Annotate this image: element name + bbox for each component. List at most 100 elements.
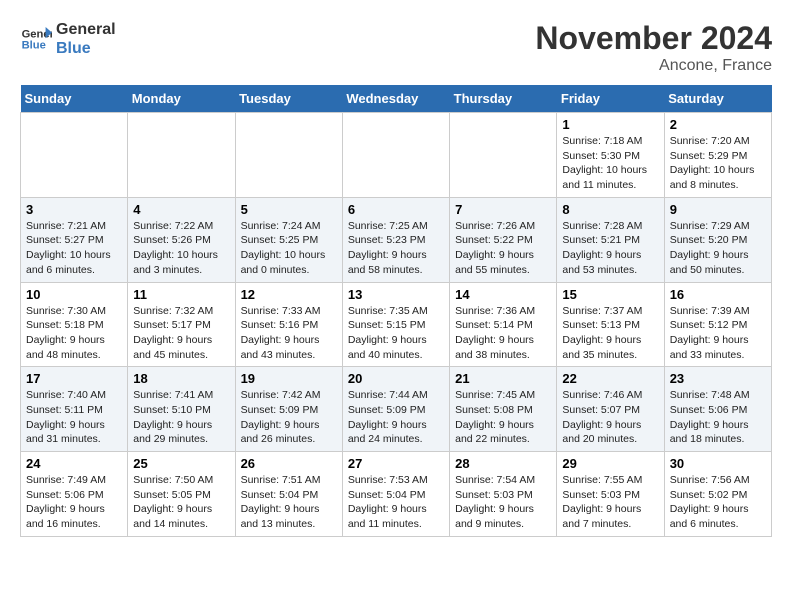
day-number: 5 [241,202,337,217]
calendar-day-cell: 16 Sunrise: 7:39 AM Sunset: 5:12 PM Dayli… [664,282,771,367]
day-number: 29 [562,456,658,471]
day-info: Sunrise: 7:21 AM Sunset: 5:27 PM Dayligh… [26,219,122,278]
day-info: Sunrise: 7:50 AM Sunset: 5:05 PM Dayligh… [133,473,229,532]
weekday-header-cell: Monday [128,85,235,113]
calendar-day-cell: 3 Sunrise: 7:21 AM Sunset: 5:27 PM Daylig… [21,197,128,282]
day-number: 30 [670,456,766,471]
day-number: 15 [562,287,658,302]
weekday-header-cell: Tuesday [235,85,342,113]
day-number: 21 [455,371,551,386]
title-area: November 2024 Ancone, France [535,20,772,75]
calendar-day-cell [21,113,128,198]
day-number: 23 [670,371,766,386]
day-number: 10 [26,287,122,302]
day-number: 18 [133,371,229,386]
day-number: 22 [562,371,658,386]
day-info: Sunrise: 7:30 AM Sunset: 5:18 PM Dayligh… [26,304,122,363]
svg-text:Blue: Blue [22,40,46,52]
day-info: Sunrise: 7:37 AM Sunset: 5:13 PM Dayligh… [562,304,658,363]
day-info: Sunrise: 7:55 AM Sunset: 5:03 PM Dayligh… [562,473,658,532]
day-info: Sunrise: 7:53 AM Sunset: 5:04 PM Dayligh… [348,473,444,532]
calendar-week-row: 3 Sunrise: 7:21 AM Sunset: 5:27 PM Daylig… [21,197,772,282]
day-info: Sunrise: 7:45 AM Sunset: 5:08 PM Dayligh… [455,388,551,447]
day-number: 26 [241,456,337,471]
day-info: Sunrise: 7:25 AM Sunset: 5:23 PM Dayligh… [348,219,444,278]
day-info: Sunrise: 7:56 AM Sunset: 5:02 PM Dayligh… [670,473,766,532]
calendar-day-cell: 28 Sunrise: 7:54 AM Sunset: 5:03 PM Dayli… [450,452,557,537]
calendar-day-cell [235,113,342,198]
day-number: 7 [455,202,551,217]
calendar-day-cell: 6 Sunrise: 7:25 AM Sunset: 5:23 PM Daylig… [342,197,449,282]
calendar-day-cell: 30 Sunrise: 7:56 AM Sunset: 5:02 PM Dayli… [664,452,771,537]
day-number: 13 [348,287,444,302]
weekday-header-cell: Saturday [664,85,771,113]
day-info: Sunrise: 7:29 AM Sunset: 5:20 PM Dayligh… [670,219,766,278]
day-number: 17 [26,371,122,386]
calendar-day-cell: 11 Sunrise: 7:32 AM Sunset: 5:17 PM Dayli… [128,282,235,367]
calendar-day-cell: 15 Sunrise: 7:37 AM Sunset: 5:13 PM Dayli… [557,282,664,367]
month-title: November 2024 [535,20,772,57]
weekday-header-row: SundayMondayTuesdayWednesdayThursdayFrid… [21,85,772,113]
day-number: 11 [133,287,229,302]
logo: General Blue General Blue [20,20,116,58]
day-info: Sunrise: 7:54 AM Sunset: 5:03 PM Dayligh… [455,473,551,532]
calendar-day-cell: 5 Sunrise: 7:24 AM Sunset: 5:25 PM Daylig… [235,197,342,282]
day-number: 1 [562,117,658,132]
calendar-week-row: 17Sunrise: 7:40 AM Sunset: 5:11 PM Dayli… [21,367,772,452]
logo-line2: Blue [56,39,116,58]
weekday-header-cell: Friday [557,85,664,113]
calendar-day-cell: 22 Sunrise: 7:46 AM Sunset: 5:07 PM Dayli… [557,367,664,452]
day-info: Sunrise: 7:24 AM Sunset: 5:25 PM Dayligh… [241,219,337,278]
calendar-body: 1 Sunrise: 7:18 AM Sunset: 5:30 PM Daylig… [21,113,772,537]
day-number: 25 [133,456,229,471]
day-number: 27 [348,456,444,471]
logo-icon: General Blue [20,23,52,55]
calendar-day-cell: 27 Sunrise: 7:53 AM Sunset: 5:04 PM Dayli… [342,452,449,537]
calendar-day-cell: 14 Sunrise: 7:36 AM Sunset: 5:14 PM Dayli… [450,282,557,367]
day-number: 20 [348,371,444,386]
calendar-day-cell [342,113,449,198]
day-info: Sunrise: 7:35 AM Sunset: 5:15 PM Dayligh… [348,304,444,363]
calendar-table: SundayMondayTuesdayWednesdayThursdayFrid… [20,85,772,537]
location-title: Ancone, France [535,57,772,75]
day-info: Sunrise: 7:51 AM Sunset: 5:04 PM Dayligh… [241,473,337,532]
logo-line1: General [56,20,116,39]
day-info: Sunrise: 7:36 AM Sunset: 5:14 PM Dayligh… [455,304,551,363]
calendar-day-cell: 24 Sunrise: 7:49 AM Sunset: 5:06 PM Dayli… [21,452,128,537]
day-info: Sunrise: 7:44 AM Sunset: 5:09 PM Dayligh… [348,388,444,447]
day-info: Sunrise: 7:41 AM Sunset: 5:10 PM Dayligh… [133,388,229,447]
header: General Blue General Blue November 2024 … [20,20,772,75]
day-info: Sunrise: 7:39 AM Sunset: 5:12 PM Dayligh… [670,304,766,363]
calendar-day-cell: 4Sunrise: 7:22 AM Sunset: 5:26 PM Daylig… [128,197,235,282]
calendar-day-cell: 26 Sunrise: 7:51 AM Sunset: 5:04 PM Dayli… [235,452,342,537]
calendar-day-cell: 21 Sunrise: 7:45 AM Sunset: 5:08 PM Dayli… [450,367,557,452]
calendar-day-cell: 9Sunrise: 7:29 AM Sunset: 5:20 PM Daylig… [664,197,771,282]
day-number: 6 [348,202,444,217]
day-number: 14 [455,287,551,302]
calendar-day-cell: 8Sunrise: 7:28 AM Sunset: 5:21 PM Daylig… [557,197,664,282]
calendar-day-cell [128,113,235,198]
calendar-day-cell: 17Sunrise: 7:40 AM Sunset: 5:11 PM Dayli… [21,367,128,452]
day-number: 16 [670,287,766,302]
day-info: Sunrise: 7:32 AM Sunset: 5:17 PM Dayligh… [133,304,229,363]
weekday-header-cell: Wednesday [342,85,449,113]
day-info: Sunrise: 7:46 AM Sunset: 5:07 PM Dayligh… [562,388,658,447]
day-info: Sunrise: 7:49 AM Sunset: 5:06 PM Dayligh… [26,473,122,532]
calendar-day-cell: 2Sunrise: 7:20 AM Sunset: 5:29 PM Daylig… [664,113,771,198]
day-number: 4 [133,202,229,217]
calendar-week-row: 24 Sunrise: 7:49 AM Sunset: 5:06 PM Dayli… [21,452,772,537]
day-number: 28 [455,456,551,471]
day-number: 2 [670,117,766,132]
calendar-day-cell [450,113,557,198]
weekday-header-cell: Sunday [21,85,128,113]
day-number: 24 [26,456,122,471]
calendar-day-cell: 23Sunrise: 7:48 AM Sunset: 5:06 PM Dayli… [664,367,771,452]
calendar-day-cell: 25 Sunrise: 7:50 AM Sunset: 5:05 PM Dayli… [128,452,235,537]
calendar-day-cell: 10 Sunrise: 7:30 AM Sunset: 5:18 PM Dayli… [21,282,128,367]
calendar-day-cell: 19Sunrise: 7:42 AM Sunset: 5:09 PM Dayli… [235,367,342,452]
calendar-week-row: 10 Sunrise: 7:30 AM Sunset: 5:18 PM Dayli… [21,282,772,367]
calendar-day-cell: 12Sunrise: 7:33 AM Sunset: 5:16 PM Dayli… [235,282,342,367]
day-info: Sunrise: 7:18 AM Sunset: 5:30 PM Dayligh… [562,134,658,193]
day-number: 3 [26,202,122,217]
day-info: Sunrise: 7:42 AM Sunset: 5:09 PM Dayligh… [241,388,337,447]
